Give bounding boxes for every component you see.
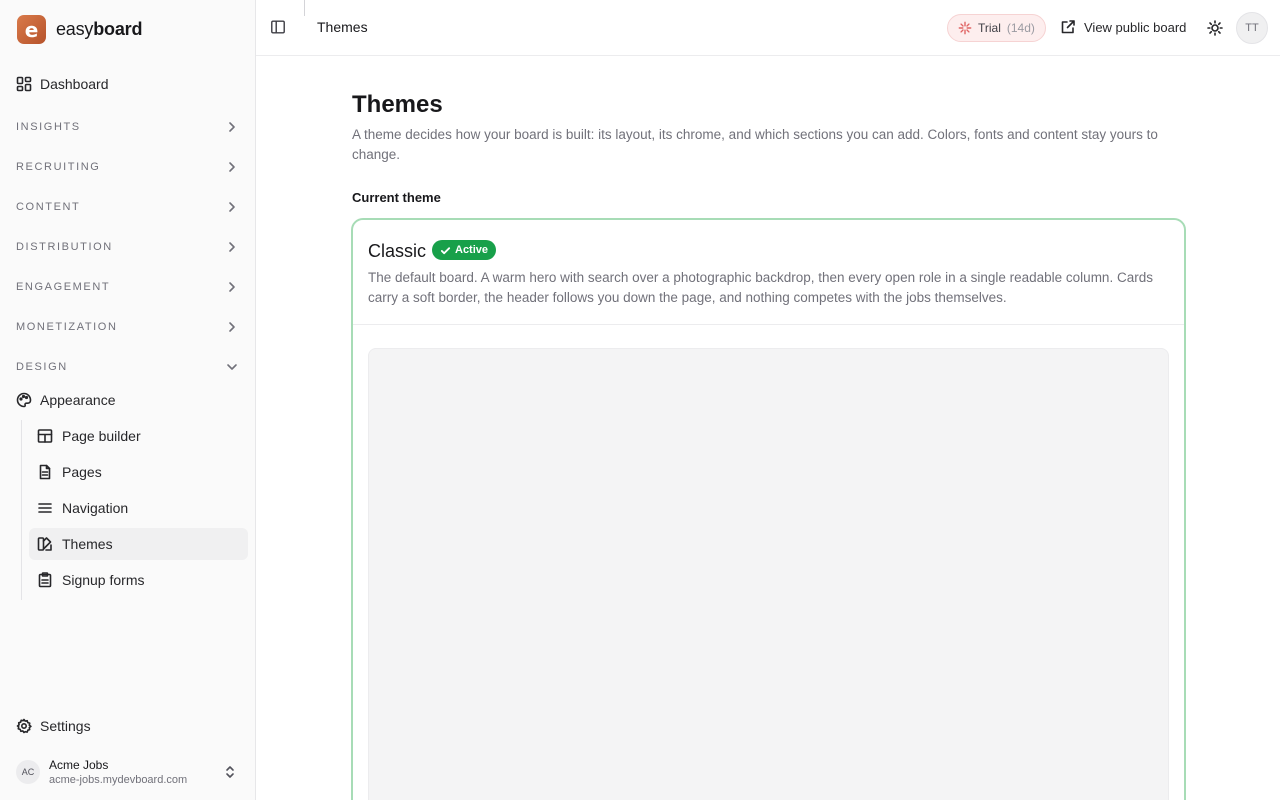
- design-subnav: Page builder Pages Navigation Themes Sig…: [21, 420, 248, 600]
- sidebar-toggle-icon[interactable]: [270, 19, 286, 35]
- chevron-right-icon: [229, 322, 235, 332]
- org-switcher[interactable]: AC Acme Jobs acme-jobs.mydevboard.com: [8, 752, 248, 792]
- section-content[interactable]: CONTENT: [8, 191, 248, 223]
- theme-description: The default board. A warm hero with sear…: [368, 270, 1153, 305]
- chevron-right-icon: [229, 242, 235, 252]
- page-title: Themes: [352, 91, 443, 118]
- section-monetization[interactable]: MONETIZATION: [8, 311, 248, 343]
- trial-label: Trial: [978, 21, 1001, 35]
- sidebar-item-label: Appearance: [40, 392, 116, 408]
- palette-icon: [16, 392, 32, 408]
- user-avatar[interactable]: TT: [1236, 12, 1268, 44]
- main-content: Themes A theme decides how your board is…: [256, 56, 1280, 800]
- external-link-icon: [1061, 20, 1075, 34]
- chevron-right-icon: [229, 202, 235, 212]
- theme-preview: [368, 348, 1169, 800]
- logo-mark-icon: e: [17, 15, 46, 44]
- chevron-down-icon: [227, 364, 237, 370]
- section-insights[interactable]: INSIGHTS: [8, 111, 248, 143]
- section-design[interactable]: DESIGN: [8, 351, 248, 383]
- gear-icon: [16, 718, 32, 734]
- sidebar-item-pages[interactable]: Pages: [29, 456, 248, 488]
- dashboard-icon: [16, 76, 32, 92]
- page-description: A theme decides how your board is built:…: [352, 127, 1158, 162]
- sidebar-item-themes[interactable]: Themes: [29, 528, 248, 560]
- trial-badge[interactable]: Trial (14d): [947, 14, 1046, 42]
- chevron-right-icon: [229, 122, 235, 132]
- check-icon: [440, 246, 451, 254]
- trial-days: (14d): [1006, 21, 1035, 35]
- sparkles-icon: [958, 21, 972, 35]
- sidebar-item-navigation[interactable]: Navigation: [29, 492, 248, 524]
- topbar-divider: [304, 0, 305, 16]
- sun-icon[interactable]: [1207, 20, 1223, 36]
- section-engagement[interactable]: ENGAGEMENT: [8, 271, 248, 303]
- org-url: acme-jobs.mydevboard.com: [49, 774, 188, 786]
- current-theme-card: Classic Active The default board. A warm…: [351, 218, 1186, 800]
- file-icon: [39, 464, 51, 480]
- brand-logo[interactable]: e easyboard: [17, 15, 142, 44]
- sidebar-item-settings[interactable]: Settings: [8, 710, 248, 742]
- org-avatar: AC: [16, 760, 40, 784]
- sidebar-item-label: Settings: [40, 718, 91, 734]
- menu-icon: [38, 503, 52, 513]
- sidebar: e easyboard Dashboard INSIGHTS RECRUITIN…: [0, 0, 256, 800]
- org-name: Acme Jobs: [49, 758, 109, 772]
- sidebar-item-signup-forms[interactable]: Signup forms: [29, 564, 248, 596]
- sidebar-item-page-builder[interactable]: Page builder: [29, 420, 248, 452]
- org-info: Acme Jobs acme-jobs.mydevboard.com: [49, 758, 187, 786]
- status-badge: Active: [432, 240, 497, 260]
- sidebar-item-label: Dashboard: [40, 76, 109, 92]
- chevron-right-icon: [229, 162, 235, 172]
- card-divider: [353, 324, 1184, 325]
- theme-name: Classic: [368, 241, 427, 261]
- section-distribution[interactable]: DISTRIBUTION: [8, 231, 248, 263]
- view-public-board-link[interactable]: View public board: [1060, 19, 1186, 35]
- sidebar-item-appearance[interactable]: Appearance: [8, 384, 248, 416]
- brand-name: easyboard: [56, 19, 143, 39]
- clipboard-icon: [38, 572, 52, 588]
- current-theme-label: Current theme: [352, 190, 441, 205]
- swatch-icon: [37, 537, 52, 551]
- chevrons-up-down-icon: [226, 766, 234, 778]
- layout-icon: [37, 429, 53, 443]
- section-recruiting[interactable]: RECRUITING: [8, 151, 248, 183]
- chevron-right-icon: [229, 282, 235, 292]
- breadcrumb-current: Themes: [317, 19, 368, 35]
- topbar: Themes Trial (14d) View public board TT: [256, 0, 1280, 56]
- sidebar-item-dashboard[interactable]: Dashboard: [8, 68, 248, 100]
